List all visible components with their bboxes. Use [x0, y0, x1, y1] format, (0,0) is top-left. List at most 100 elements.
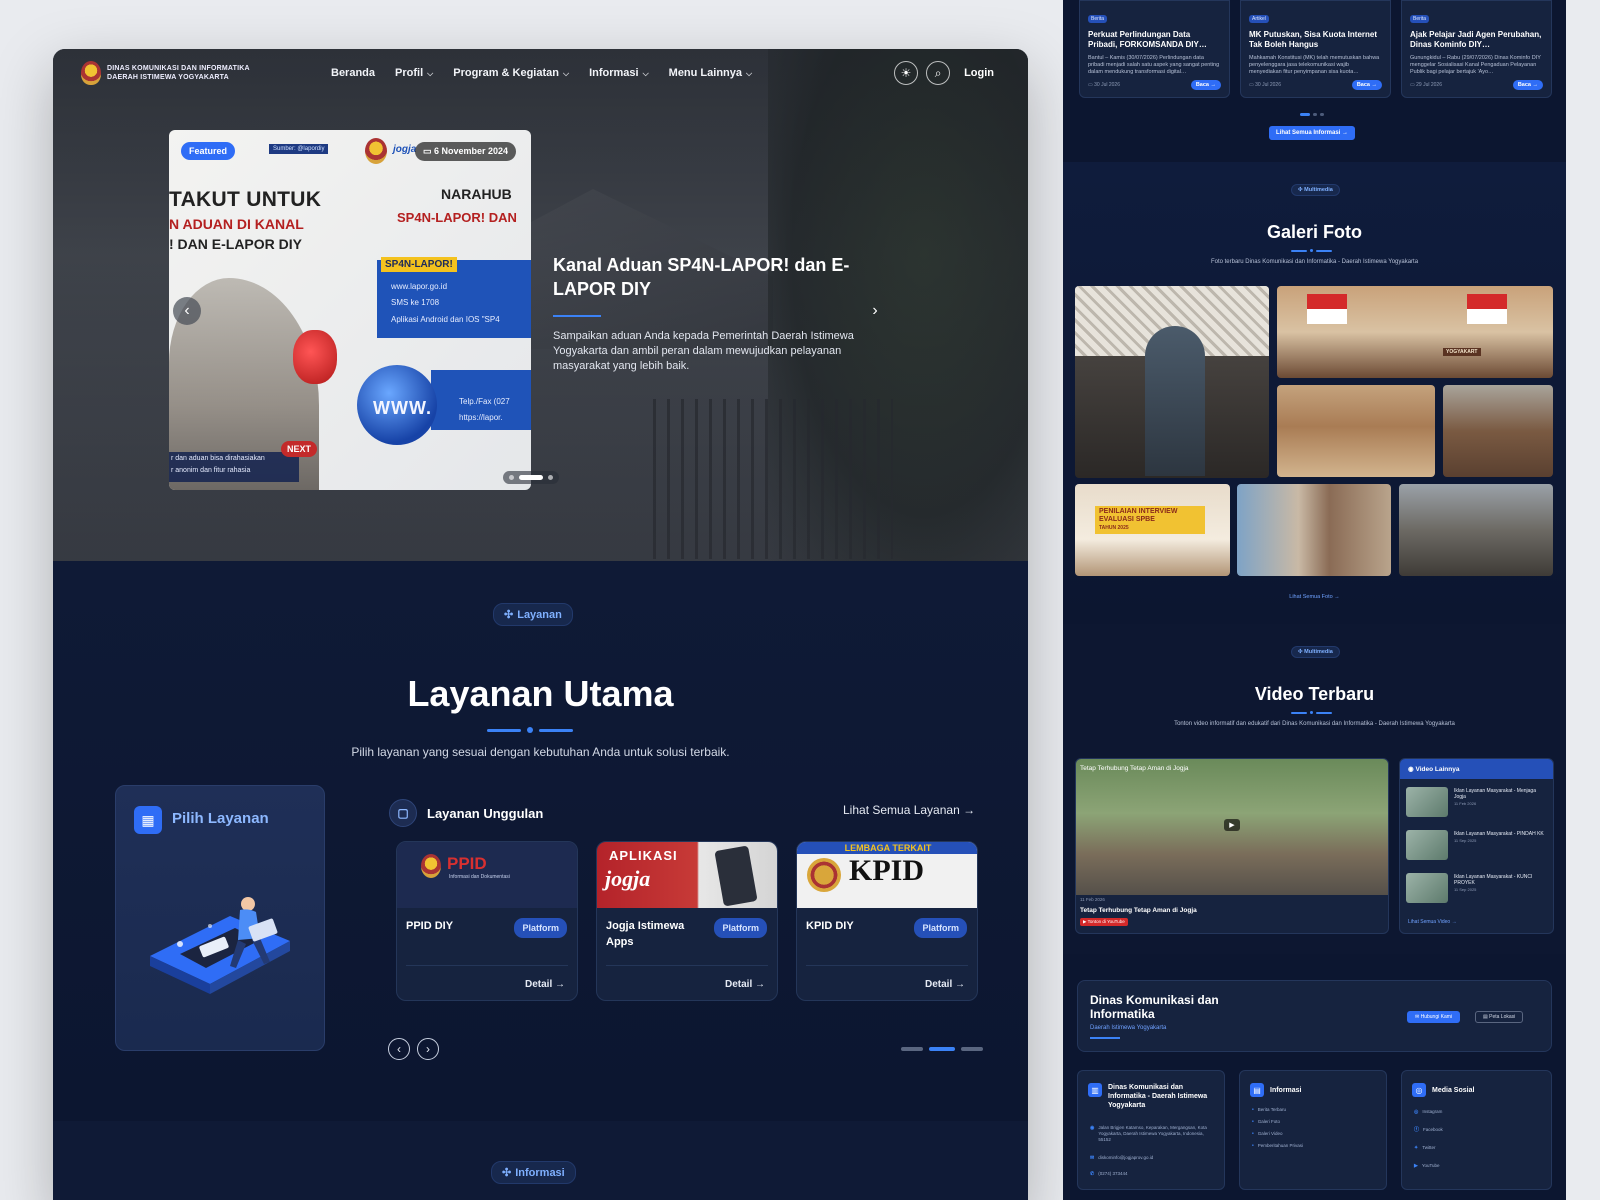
jogja-logo-text: jogja [393, 144, 417, 155]
poster-bottom-2: r anonim dan fitur rahasia [171, 467, 251, 474]
gallery-photo[interactable]: YOGYAKART [1277, 286, 1553, 378]
read-label: Baca [1517, 82, 1531, 88]
hero-section: DINAS KOMUNIKASI DAN INFORMATIKA DAERAH … [53, 49, 1028, 561]
social-instagram[interactable]: ◎ Instagram [1414, 1109, 1442, 1115]
lihat-semua-foto-link[interactable]: Lihat Semua Foto → [1063, 594, 1566, 600]
read-button[interactable]: Baca → [1190, 80, 1221, 90]
arrow-right-icon: → [1334, 594, 1340, 600]
section-title: Layanan Utama [407, 673, 674, 714]
section-subtitle: Pilih layanan yang sesuai dengan kebutuh… [351, 745, 730, 759]
detail-link[interactable]: Detail → [925, 979, 965, 990]
social-facebook[interactable]: ⓕ Facebook [1414, 1127, 1443, 1133]
news-date-text: 30 Jul 2026 [1255, 82, 1281, 88]
news-dot[interactable] [1320, 113, 1324, 116]
carousel-dot-active[interactable] [929, 1047, 955, 1051]
news-dot[interactable] [1313, 113, 1317, 116]
navbar: DINAS KOMUNIKASI DAN INFORMATIKA DAERAH … [53, 49, 1028, 97]
pilih-layanan-card[interactable]: ▦ Pilih Layanan [115, 785, 325, 1051]
jogja-apps-image-sub: jogja [605, 866, 651, 891]
read-button[interactable]: Baca → [1512, 80, 1543, 90]
carousel-dot[interactable] [961, 1047, 983, 1051]
slider-dot[interactable] [509, 475, 514, 480]
lihat-semua-layanan-link[interactable]: Lihat Semua Layanan → [843, 803, 975, 817]
carousel-dot[interactable] [901, 1047, 923, 1051]
chevron-down-icon: ⌵ [746, 69, 753, 78]
slider-dot[interactable] [548, 475, 553, 480]
youtube-button[interactable]: ▶ Tonton di YouTube [1080, 918, 1128, 926]
lihat-semua-video-link[interactable]: Lihat Semua Video → [1408, 919, 1457, 925]
video-list-item[interactable]: Iklan Layanan Masyarakat - PINDAH KK 11 S… [1406, 830, 1549, 864]
news-date: ▭ 29 Jul 2026 [1410, 82, 1442, 88]
galeri-subtitle: Foto terbaru Dinas Komunikasi dan Inform… [1210, 259, 1419, 265]
play-icon[interactable]: ▶ [1224, 819, 1240, 831]
main-video-card[interactable]: Tetap Terhubung Tetap Aman di Jogja ▶ 11… [1075, 758, 1389, 934]
footer-link-label: Galeri Foto [1257, 1119, 1281, 1124]
hero-slide-image[interactable]: WWW. TAKUT UNTUK N ADUAN DI KANAL ! DAN … [169, 130, 531, 490]
theme-toggle-sun-icon[interactable]: ☀ [894, 61, 919, 85]
footer-email[interactable]: ✉ diskominfo@jogjaprov.go.id [1090, 1155, 1153, 1161]
news-dot-active[interactable] [1300, 113, 1310, 116]
phone-icon [714, 845, 758, 907]
menu-program-kegiatan[interactable]: Program & Kegiatan ⌵ [453, 67, 569, 79]
gallery-photo[interactable]: PENILAIAN INTERVIEW EVALUASI SPBE TAHUN … [1075, 484, 1230, 576]
footer-link[interactable]: • Galeri Foto [1252, 1119, 1280, 1125]
social-twitter[interactable]: ✦ Twitter [1414, 1145, 1435, 1151]
lihat-semua-informasi-button[interactable]: Lihat Semua Informasi → [1269, 126, 1356, 140]
twitter-icon: ✦ [1414, 1145, 1419, 1151]
news-card[interactable]: Berita Ajak Pelajar Jadi Agen Perubahan,… [1401, 0, 1552, 98]
lihat-semua-foto-label: Lihat Semua Foto [1289, 594, 1333, 600]
footer-link[interactable]: • Berita Terbaru [1252, 1107, 1286, 1113]
video-list-item[interactable]: Iklan Layanan Masyarakat - Menjaga Jogja… [1406, 787, 1549, 821]
menu-profil[interactable]: Profil ⌵ [395, 67, 433, 79]
login-button[interactable]: Login [958, 62, 1000, 84]
poster-item-2: SMS ke 1708 [391, 298, 440, 307]
slider-prev-button[interactable]: ‹ [173, 297, 201, 325]
read-button[interactable]: Baca → [1351, 80, 1382, 90]
footer-phone[interactable]: ✆ (0274) 373444 [1090, 1171, 1127, 1177]
gallery-photo[interactable] [1443, 385, 1553, 477]
social-youtube[interactable]: ▶ YouTube [1414, 1163, 1440, 1169]
slider-dot-active[interactable] [519, 475, 543, 480]
layanan-unggulan-heading: ▢ Layanan Unggulan [389, 799, 543, 827]
poster-line-2: N ADUAN DI KANAL [169, 216, 304, 232]
photo-flag [1307, 294, 1347, 324]
decor-line [539, 728, 573, 732]
layanan-pill-label: Layanan [517, 608, 562, 621]
carousel-next-button[interactable]: › [417, 1038, 439, 1060]
location-icon: ◉ [1090, 1125, 1095, 1131]
service-card-kpid[interactable]: LEMBAGA TERKAIT KPID KPID DIY Platform D… [796, 841, 978, 1001]
menu-beranda[interactable]: Beranda [331, 67, 375, 79]
calendar-icon: ▭ [423, 146, 435, 156]
news-card[interactable]: Berita Perkuat Perlindungan Data Pribadi… [1079, 0, 1230, 98]
search-icon[interactable]: ⌕ [926, 61, 951, 85]
service-card-ppid[interactable]: PPID Informasi dan Dokumentasi PPID DIY … [396, 841, 578, 1001]
layanan-unggulan-label: Layanan Unggulan [427, 805, 544, 821]
video-item-text: Iklan Layanan Masyarakat - PINDAH KK 11 S… [1454, 830, 1544, 864]
hubungi-kami-button[interactable]: ✉ Hubungi Kami [1407, 1011, 1460, 1023]
footer-link[interactable]: • Galeri Video [1252, 1131, 1282, 1137]
decor-line [1291, 249, 1307, 252]
photo-caption-yogyakarta: YOGYAKART [1443, 348, 1481, 356]
carousel-prev-button[interactable]: ‹ [388, 1038, 410, 1060]
gallery-photo[interactable] [1277, 385, 1435, 477]
detail-link[interactable]: Detail → [725, 979, 765, 990]
gallery-photo[interactable] [1075, 286, 1269, 478]
gallery-photo[interactable] [1237, 484, 1391, 576]
video-thumb [1406, 830, 1448, 860]
detail-link[interactable]: Detail → [525, 979, 565, 990]
lihat-semua-video-label: Lihat Semua Video [1408, 919, 1451, 925]
menu-informasi[interactable]: Informasi ⌵ [589, 67, 649, 79]
site-logo[interactable]: DINAS KOMUNIKASI DAN INFORMATIKA DAERAH … [81, 61, 321, 85]
youtube-icon: ▶ [1414, 1163, 1418, 1169]
bullet-icon: • [1252, 1119, 1254, 1125]
service-card-jogja-apps[interactable]: APLIKASI jogja Jogja Istimewa Apps Platf… [596, 841, 778, 1001]
news-card[interactable]: Artikel MK Putuskan, Sisa Kuota Internet… [1240, 0, 1391, 98]
video-list-item[interactable]: Iklan Layanan Masyarakat - KUNCI PROYEK 1… [1406, 873, 1549, 907]
peta-lokasi-button[interactable]: ▤ Peta Lokasi [1475, 1011, 1524, 1023]
menu-lainnya[interactable]: Menu Lainnya ⌵ [669, 67, 752, 79]
gallery-photo[interactable] [1399, 484, 1553, 576]
footer-link[interactable]: • Pemberitahuan Privasi [1252, 1143, 1303, 1149]
poster-tag: SP4N-LAPOR! [381, 257, 457, 272]
logo-seal-icon [81, 61, 101, 85]
social-label: Instagram [1422, 1109, 1443, 1114]
